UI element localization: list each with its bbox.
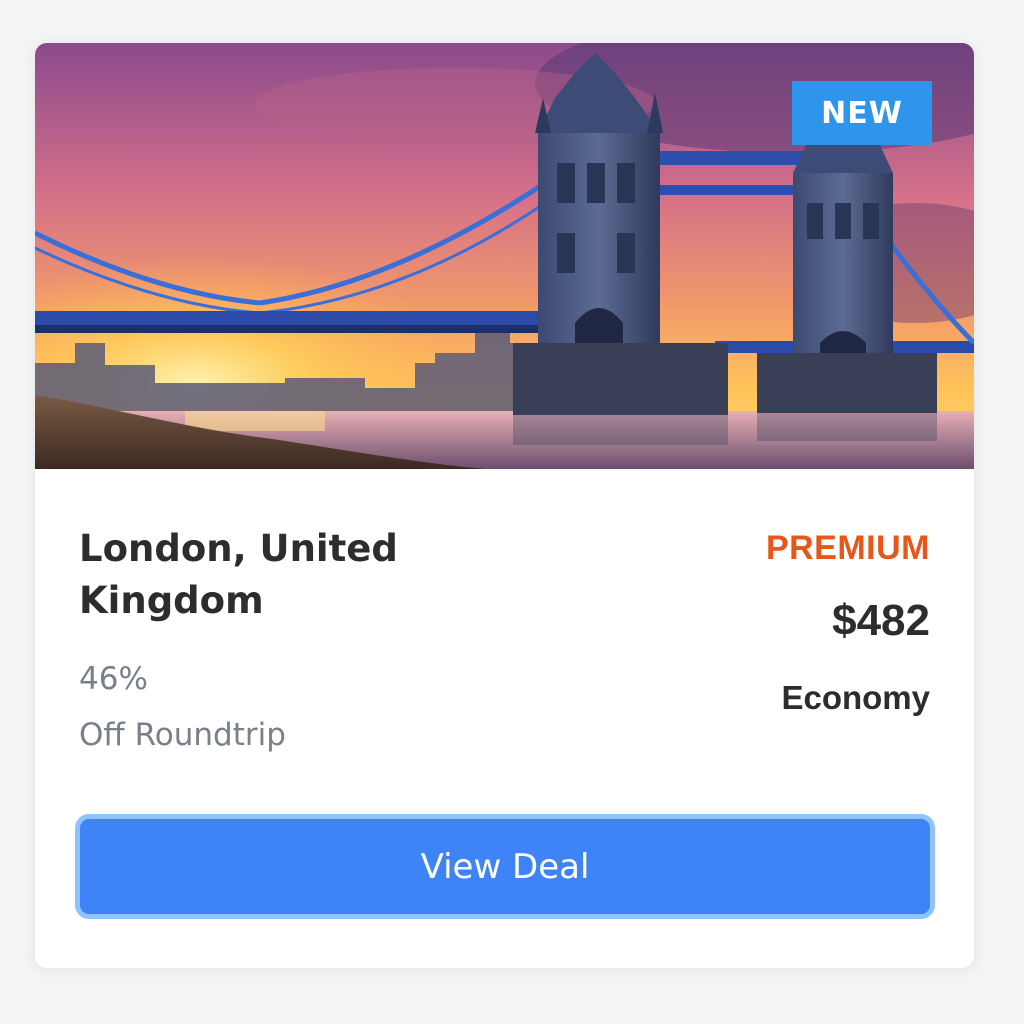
cabin-class: Economy	[781, 679, 930, 716]
price: $482	[832, 596, 930, 645]
deal-card: NEW London, United Kingdom 46% Off Round…	[35, 43, 974, 968]
tier-label: PREMIUM	[765, 529, 930, 567]
destination-photo: NEW	[35, 43, 974, 469]
discount-info: 46% Off Roundtrip	[79, 651, 286, 763]
discount-description: Off Roundtrip	[79, 717, 286, 753]
destination-title: London, United Kingdom	[79, 527, 398, 622]
discount-percent: 46%	[79, 661, 148, 697]
view-deal-button[interactable]: View Deal	[75, 814, 935, 919]
new-badge: NEW	[792, 81, 932, 145]
